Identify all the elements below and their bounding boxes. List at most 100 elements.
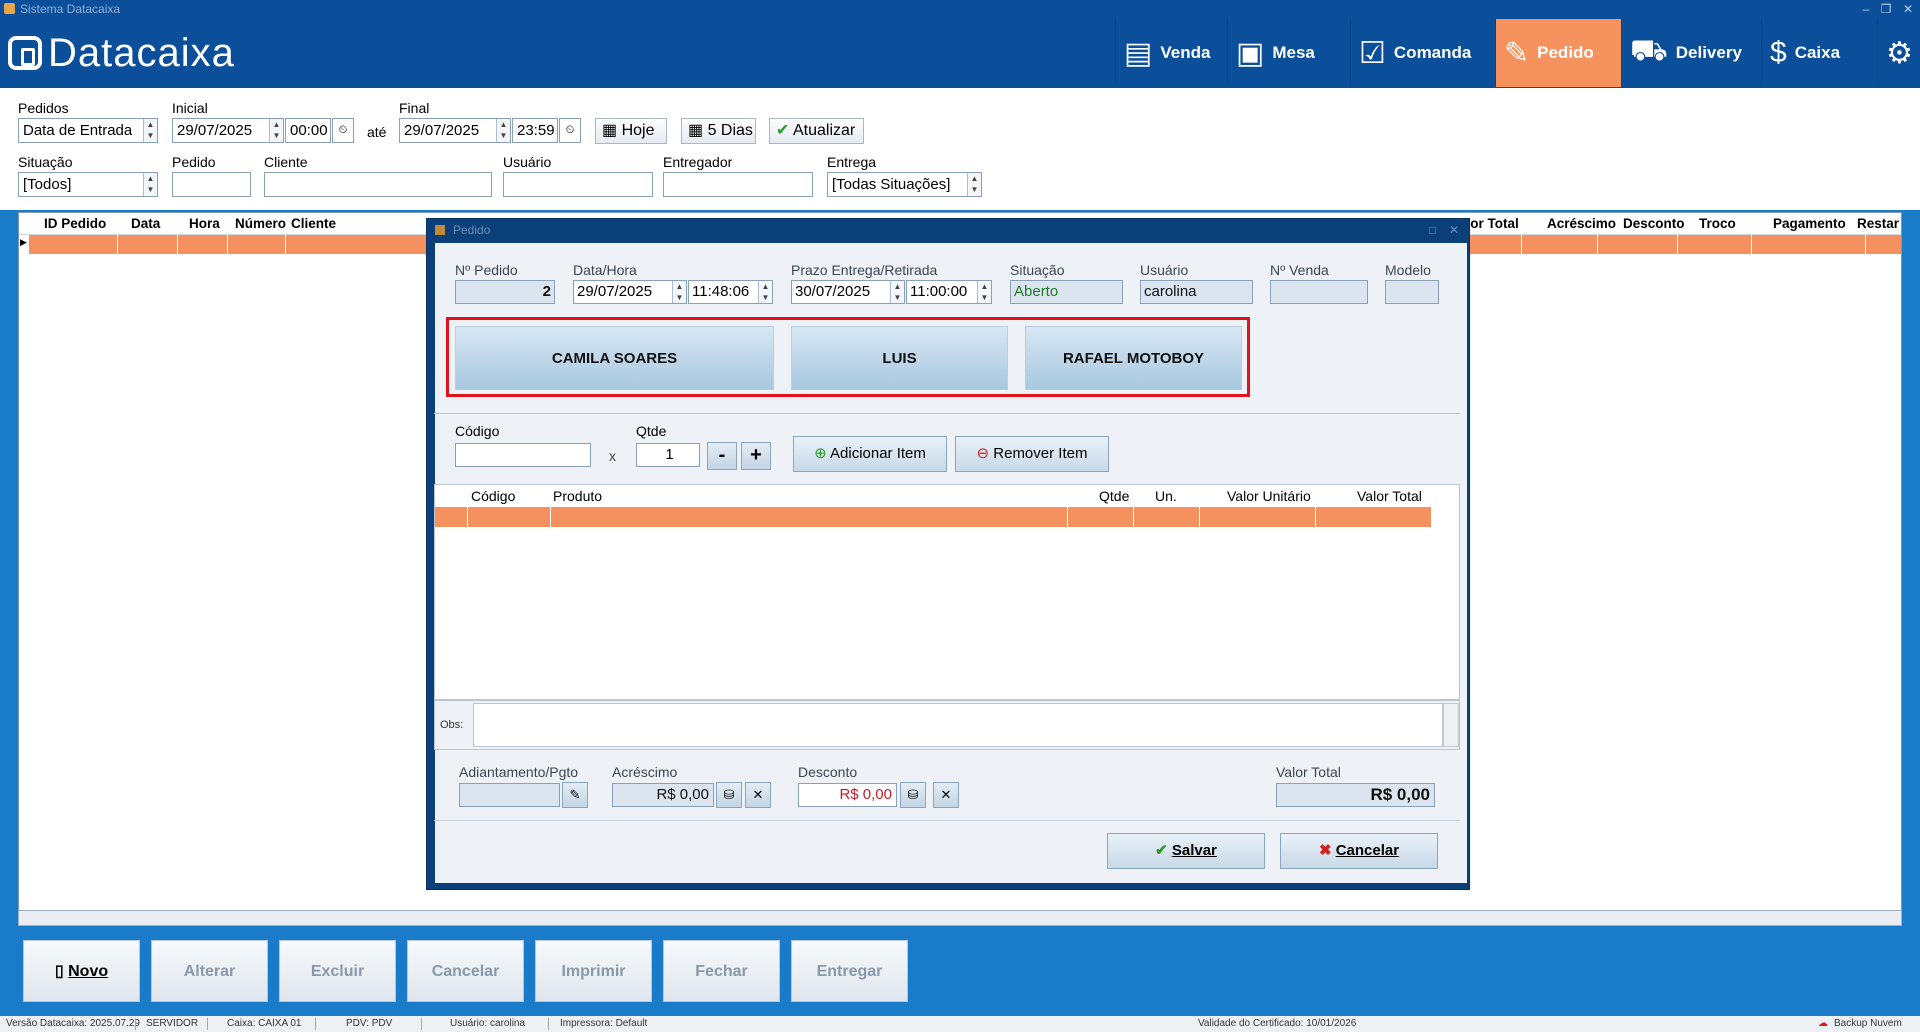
data-input[interactable]: 29/07/2025 ▲ ▼ <box>573 280 687 304</box>
final-time-input[interactable]: 23:59 <box>512 118 558 143</box>
restore-button[interactable]: ❐ <box>1876 0 1896 18</box>
nav-pedido[interactable]: ✎ Pedido <box>1495 19 1621 87</box>
qtde-input[interactable]: 1 <box>636 443 700 467</box>
dollar-icon: $ <box>1770 36 1787 69</box>
inicial-date-input[interactable]: 29/07/2025 ▲ ▼ <box>172 118 284 143</box>
col-data[interactable]: Data <box>131 216 160 231</box>
col-produto[interactable]: Produto <box>553 488 602 504</box>
col-troco[interactable]: Troco <box>1699 216 1736 231</box>
dialog-title: Pedido <box>453 223 491 237</box>
obs-panel: Obs: <box>434 700 1460 750</box>
situacao-select[interactable]: [Todos] ▲ ▼ <box>18 172 158 197</box>
col-numero[interactable]: Número <box>235 216 286 231</box>
close-window-button[interactable]: ✕ <box>1898 0 1918 18</box>
final-time-picker-icon[interactable]: ⏲ <box>559 118 581 143</box>
dialog-maximize-button[interactable]: □ <box>1429 219 1436 241</box>
minimize-button[interactable]: – <box>1856 0 1876 18</box>
col-restar[interactable]: Restar <box>1857 216 1899 231</box>
fechar-button[interactable]: Fechar <box>663 940 780 1002</box>
table-row[interactable] <box>435 507 1431 527</box>
nav-delivery[interactable]: ⛟ Delivery <box>1621 19 1761 87</box>
backup-nuvem[interactable]: Backup Nuvem <box>1834 1016 1902 1032</box>
nav-comanda[interactable]: ☑ Comanda <box>1350 19 1495 87</box>
col-un[interactable]: Un. <box>1155 488 1177 504</box>
increase-qty-button[interactable]: + <box>741 442 771 470</box>
items-grid[interactable]: Código Produto Qtde Un. Valor Unitário V… <box>434 484 1460 700</box>
col-valor-unitario[interactable]: Valor Unitário <box>1227 488 1311 504</box>
inicial-time-input[interactable]: 00:00 <box>285 118 331 143</box>
desconto-coins-icon[interactable]: ⛁ <box>900 782 926 808</box>
adicionar-item-button[interactable]: ⊕ Adicionar Item <box>793 436 947 472</box>
remove-circle-icon: ⊖ <box>976 445 990 462</box>
cancelar-order-button[interactable]: Cancelar <box>407 940 524 1002</box>
hora-input[interactable]: 11:48:06 ▲ ▼ <box>688 280 773 304</box>
nav-label: Delivery <box>1675 43 1742 62</box>
5-dias-button[interactable]: ▦ 5 Dias <box>681 118 756 144</box>
adiantamento-edit-icon[interactable]: ✎ <box>562 782 588 808</box>
entrega-select[interactable]: [Todas Situações] ▲ ▼ <box>827 172 982 197</box>
nav-mesa[interactable]: ▣ Mesa <box>1227 19 1350 87</box>
col-qtde[interactable]: Qtde <box>1099 488 1129 504</box>
acrescimo-coins-icon[interactable]: ⛁ <box>716 782 742 808</box>
nro-venda-label: Nº Venda <box>1270 262 1329 278</box>
inicial-time-picker-icon[interactable]: ⏲ <box>332 118 354 143</box>
col-cliente[interactable]: Cliente <box>291 216 336 231</box>
horizontal-scrollbar[interactable] <box>18 910 1902 926</box>
novo-button[interactable]: ▯ Novo <box>23 940 140 1002</box>
ate-label: até <box>367 124 387 140</box>
divider <box>434 820 1460 821</box>
desconto-field[interactable]: R$ 0,00 <box>798 783 897 807</box>
cliente-label: Cliente <box>264 154 308 170</box>
entregar-button[interactable]: Entregar <box>791 940 908 1002</box>
col-acrescimo[interactable]: Acréscimo <box>1547 216 1616 231</box>
codigo-label: Código <box>455 423 500 439</box>
adiantamento-label: Adiantamento/Pgto <box>459 764 579 780</box>
col-valor-total-item[interactable]: Valor Total <box>1357 488 1422 504</box>
codigo-input[interactable] <box>455 443 591 467</box>
checklist-icon: ☑ <box>1359 36 1386 70</box>
divider <box>434 413 1460 414</box>
nro-pedido-field: 2 <box>455 280 555 304</box>
col-pagamento[interactable]: Pagamento <box>1773 216 1846 231</box>
table-icon: ▣ <box>1236 36 1265 70</box>
usuario-field: carolina <box>1140 280 1253 304</box>
valor-total-field: R$ 0,00 <box>1276 783 1435 807</box>
entregador-input[interactable] <box>663 172 813 197</box>
cliente-input[interactable] <box>264 172 492 197</box>
nav-caixa[interactable]: $ Caixa <box>1761 19 1877 87</box>
remover-item-button[interactable]: ⊖ Remover Item <box>955 436 1109 472</box>
col-id-pedido[interactable]: ID Pedido <box>44 216 106 231</box>
window-titlebar: Sistema Datacaixa – ❐ ✕ <box>0 0 1920 18</box>
final-date-input[interactable]: 29/07/2025 ▲ ▼ <box>399 118 511 143</box>
decrease-qty-button[interactable]: - <box>707 442 737 470</box>
adiantamento-field <box>459 783 560 807</box>
status-versao: Versão Datacaixa: 2025.07.29 <box>6 1018 140 1029</box>
prazo-hora-input[interactable]: 11:00:00 ▲ ▼ <box>906 280 992 304</box>
pedido-filter-input[interactable] <box>172 172 251 197</box>
cloud-icon: ☁ <box>1818 1018 1828 1029</box>
usuario-input[interactable] <box>503 172 653 197</box>
acrescimo-clear-icon[interactable]: ✕ <box>745 782 771 808</box>
dialog-close-button[interactable]: ✕ <box>1449 219 1459 241</box>
settings-gears-icon: ⚙ <box>1886 36 1913 70</box>
alterar-button[interactable]: Alterar <box>151 940 268 1002</box>
items-grid-header: Código Produto Qtde Un. Valor Unitário V… <box>435 485 1459 507</box>
col-hora[interactable]: Hora <box>189 216 220 231</box>
hoje-button[interactable]: ▦ Hoje <box>595 118 667 144</box>
cash-register-icon: ▤ <box>1124 36 1153 70</box>
imprimir-button[interactable]: Imprimir <box>535 940 652 1002</box>
nav-venda[interactable]: ▤ Venda <box>1115 19 1227 87</box>
obs-textarea[interactable] <box>473 703 1443 747</box>
pedido-filter-label: Pedido <box>172 154 216 170</box>
atualizar-button[interactable]: ✔ Atualizar <box>769 118 864 144</box>
desconto-clear-icon[interactable]: ✕ <box>933 782 959 808</box>
prazo-data-input[interactable]: 30/07/2025 ▲ ▼ <box>791 280 905 304</box>
nav-settings[interactable]: ⚙ <box>1877 19 1920 87</box>
col-desconto[interactable]: Desconto <box>1623 216 1685 231</box>
cancelar-dialog-button[interactable]: ✖ Cancelar <box>1280 833 1438 869</box>
col-codigo[interactable]: Código <box>471 488 515 504</box>
obs-scrollbar[interactable] <box>1443 703 1459 747</box>
excluir-button[interactable]: Excluir <box>279 940 396 1002</box>
salvar-button[interactable]: ✔ Salvar <box>1107 833 1265 869</box>
pedidos-select[interactable]: Data de Entrada ▲ ▼ <box>18 118 158 143</box>
